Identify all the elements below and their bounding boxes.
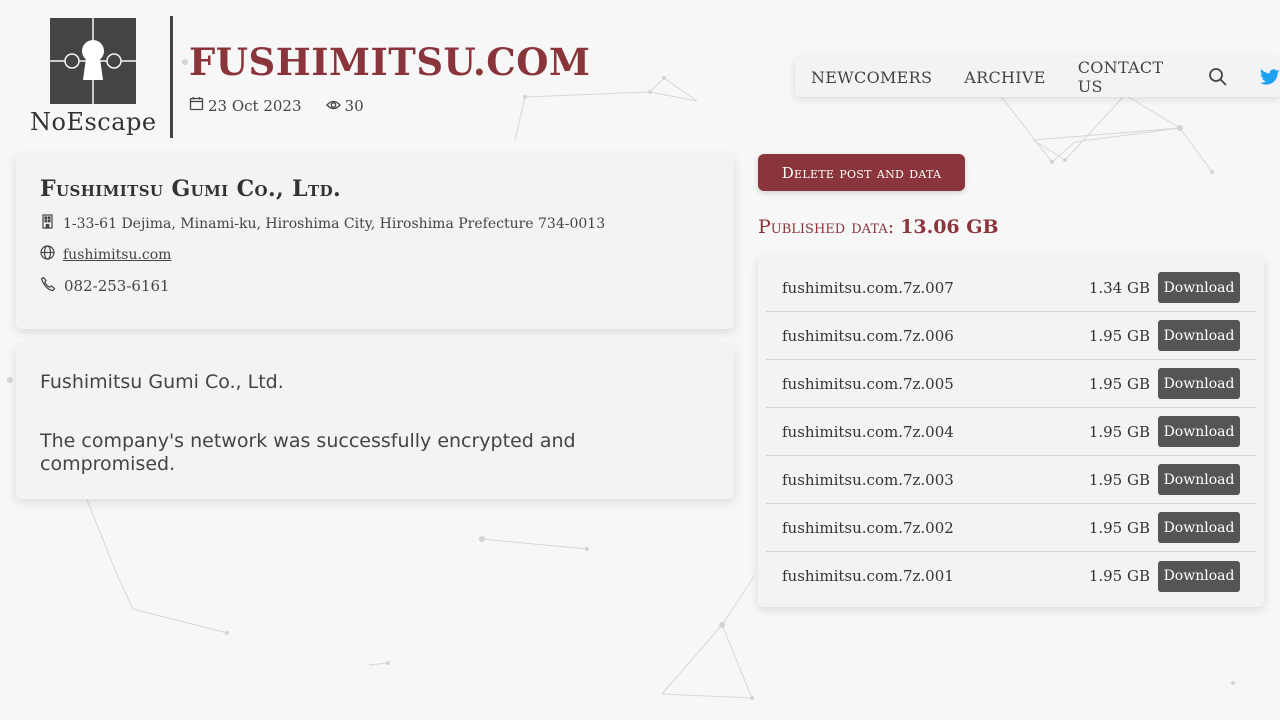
company-info-card: Fushimitsu Gumi Co., Ltd. 1-33-61 Dejima…: [16, 154, 734, 329]
description-line-1: Fushimitsu Gumi Co., Ltd.: [40, 371, 284, 393]
description-line-2: The company's network was successfully e…: [40, 429, 576, 475]
company-phone: 082-253-6161: [40, 276, 710, 296]
download-button[interactable]: Download: [1158, 368, 1240, 399]
download-button[interactable]: Download: [1158, 416, 1240, 447]
published-data-label: Published data:: [758, 216, 895, 238]
file-size: 1.95 GB: [1088, 326, 1150, 345]
file-size: 1.95 GB: [1088, 518, 1150, 537]
globe-icon: [40, 245, 55, 264]
published-data-heading: Published data: 13.06 GB: [758, 216, 999, 238]
file-name: fushimitsu.com.7z.007: [782, 278, 954, 297]
phone-icon: [40, 276, 56, 296]
nav-item-archive[interactable]: ARCHIVE: [964, 68, 1045, 87]
company-address-text: 1-33-61 Dejima, Minami-ku, Hiroshima Cit…: [63, 215, 606, 232]
calendar-icon: [189, 96, 204, 115]
delete-post-button[interactable]: Delete post and data: [758, 154, 965, 191]
post-date: 23 Oct 2023: [189, 96, 302, 115]
top-navigation: NEWCOMERS ARCHIVE CONTACT US: [795, 57, 1280, 97]
logo-text: NoEscape: [30, 108, 157, 136]
file-size: 1.95 GB: [1088, 470, 1150, 489]
list-item: fushimitsu.com.7z.006 1.95 GB Download: [766, 312, 1256, 360]
download-button[interactable]: Download: [1158, 320, 1240, 351]
company-name: Fushimitsu Gumi Co., Ltd.: [40, 176, 342, 202]
file-name: fushimitsu.com.7z.004: [782, 422, 954, 441]
download-button[interactable]: Download: [1158, 272, 1240, 303]
view-count-text: 30: [344, 96, 364, 115]
file-size: 1.95 GB: [1088, 567, 1150, 585]
file-size: 1.95 GB: [1088, 374, 1150, 393]
page-title: FUSHIMITSU.COM: [189, 40, 591, 84]
building-icon: [40, 214, 55, 233]
search-icon[interactable]: [1208, 67, 1228, 87]
twitter-icon[interactable]: [1260, 68, 1280, 86]
post-date-text: 23 Oct 2023: [208, 96, 302, 115]
download-button[interactable]: Download: [1158, 464, 1240, 495]
keyhole-puzzle-icon: [50, 18, 136, 104]
list-item: fushimitsu.com.7z.007 1.34 GB Download: [766, 264, 1256, 312]
published-data-size: 13.06 GB: [900, 216, 999, 238]
company-phone-text: 082-253-6161: [64, 277, 170, 295]
file-size: 1.34 GB: [1088, 278, 1150, 297]
file-name: fushimitsu.com.7z.003: [782, 470, 954, 489]
nav-item-contact-us[interactable]: CONTACT US: [1078, 58, 1176, 96]
list-item: fushimitsu.com.7z.002 1.95 GB Download: [766, 504, 1256, 552]
eye-icon: [325, 97, 341, 115]
download-button[interactable]: Download: [1158, 560, 1240, 592]
list-item: fushimitsu.com.7z.001 1.95 GB Download: [766, 552, 1256, 600]
file-list: fushimitsu.com.7z.007 1.34 GB Download f…: [758, 256, 1264, 607]
header-divider: [170, 16, 173, 138]
download-button[interactable]: Download: [1158, 512, 1240, 543]
company-website: fushimitsu.com: [40, 245, 710, 264]
company-website-link[interactable]: fushimitsu.com: [63, 247, 171, 263]
file-name: fushimitsu.com.7z.002: [782, 518, 954, 537]
description-card: Fushimitsu Gumi Co., Ltd. The company's …: [16, 345, 734, 499]
company-address: 1-33-61 Dejima, Minami-ku, Hiroshima Cit…: [40, 214, 710, 233]
file-size: 1.95 GB: [1088, 422, 1150, 441]
nav-item-newcomers[interactable]: NEWCOMERS: [811, 68, 932, 87]
file-name: fushimitsu.com.7z.005: [782, 374, 954, 393]
post-meta: 23 Oct 2023 30: [189, 96, 364, 115]
file-name: fushimitsu.com.7z.001: [782, 567, 954, 585]
site-logo[interactable]: NoEscape: [30, 18, 156, 136]
file-name: fushimitsu.com.7z.006: [782, 326, 954, 345]
list-item: fushimitsu.com.7z.004 1.95 GB Download: [766, 408, 1256, 456]
list-item: fushimitsu.com.7z.005 1.95 GB Download: [766, 360, 1256, 408]
list-item: fushimitsu.com.7z.003 1.95 GB Download: [766, 456, 1256, 504]
view-count: 30: [325, 96, 364, 115]
